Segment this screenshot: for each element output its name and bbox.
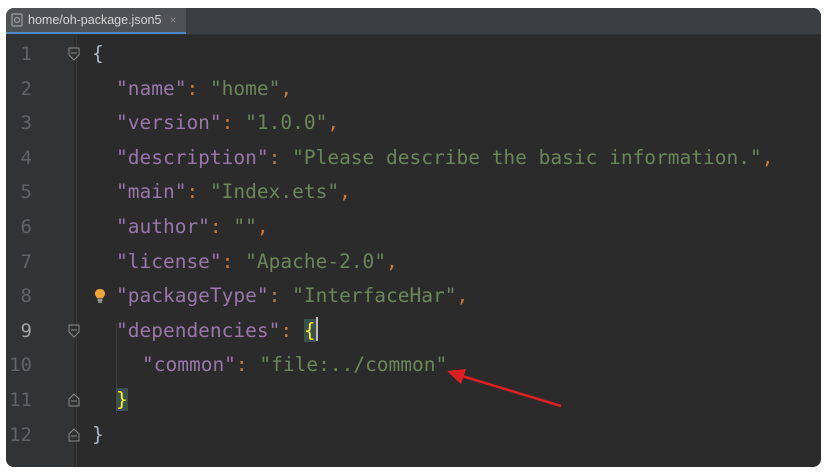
annotation-arrow <box>447 369 562 408</box>
